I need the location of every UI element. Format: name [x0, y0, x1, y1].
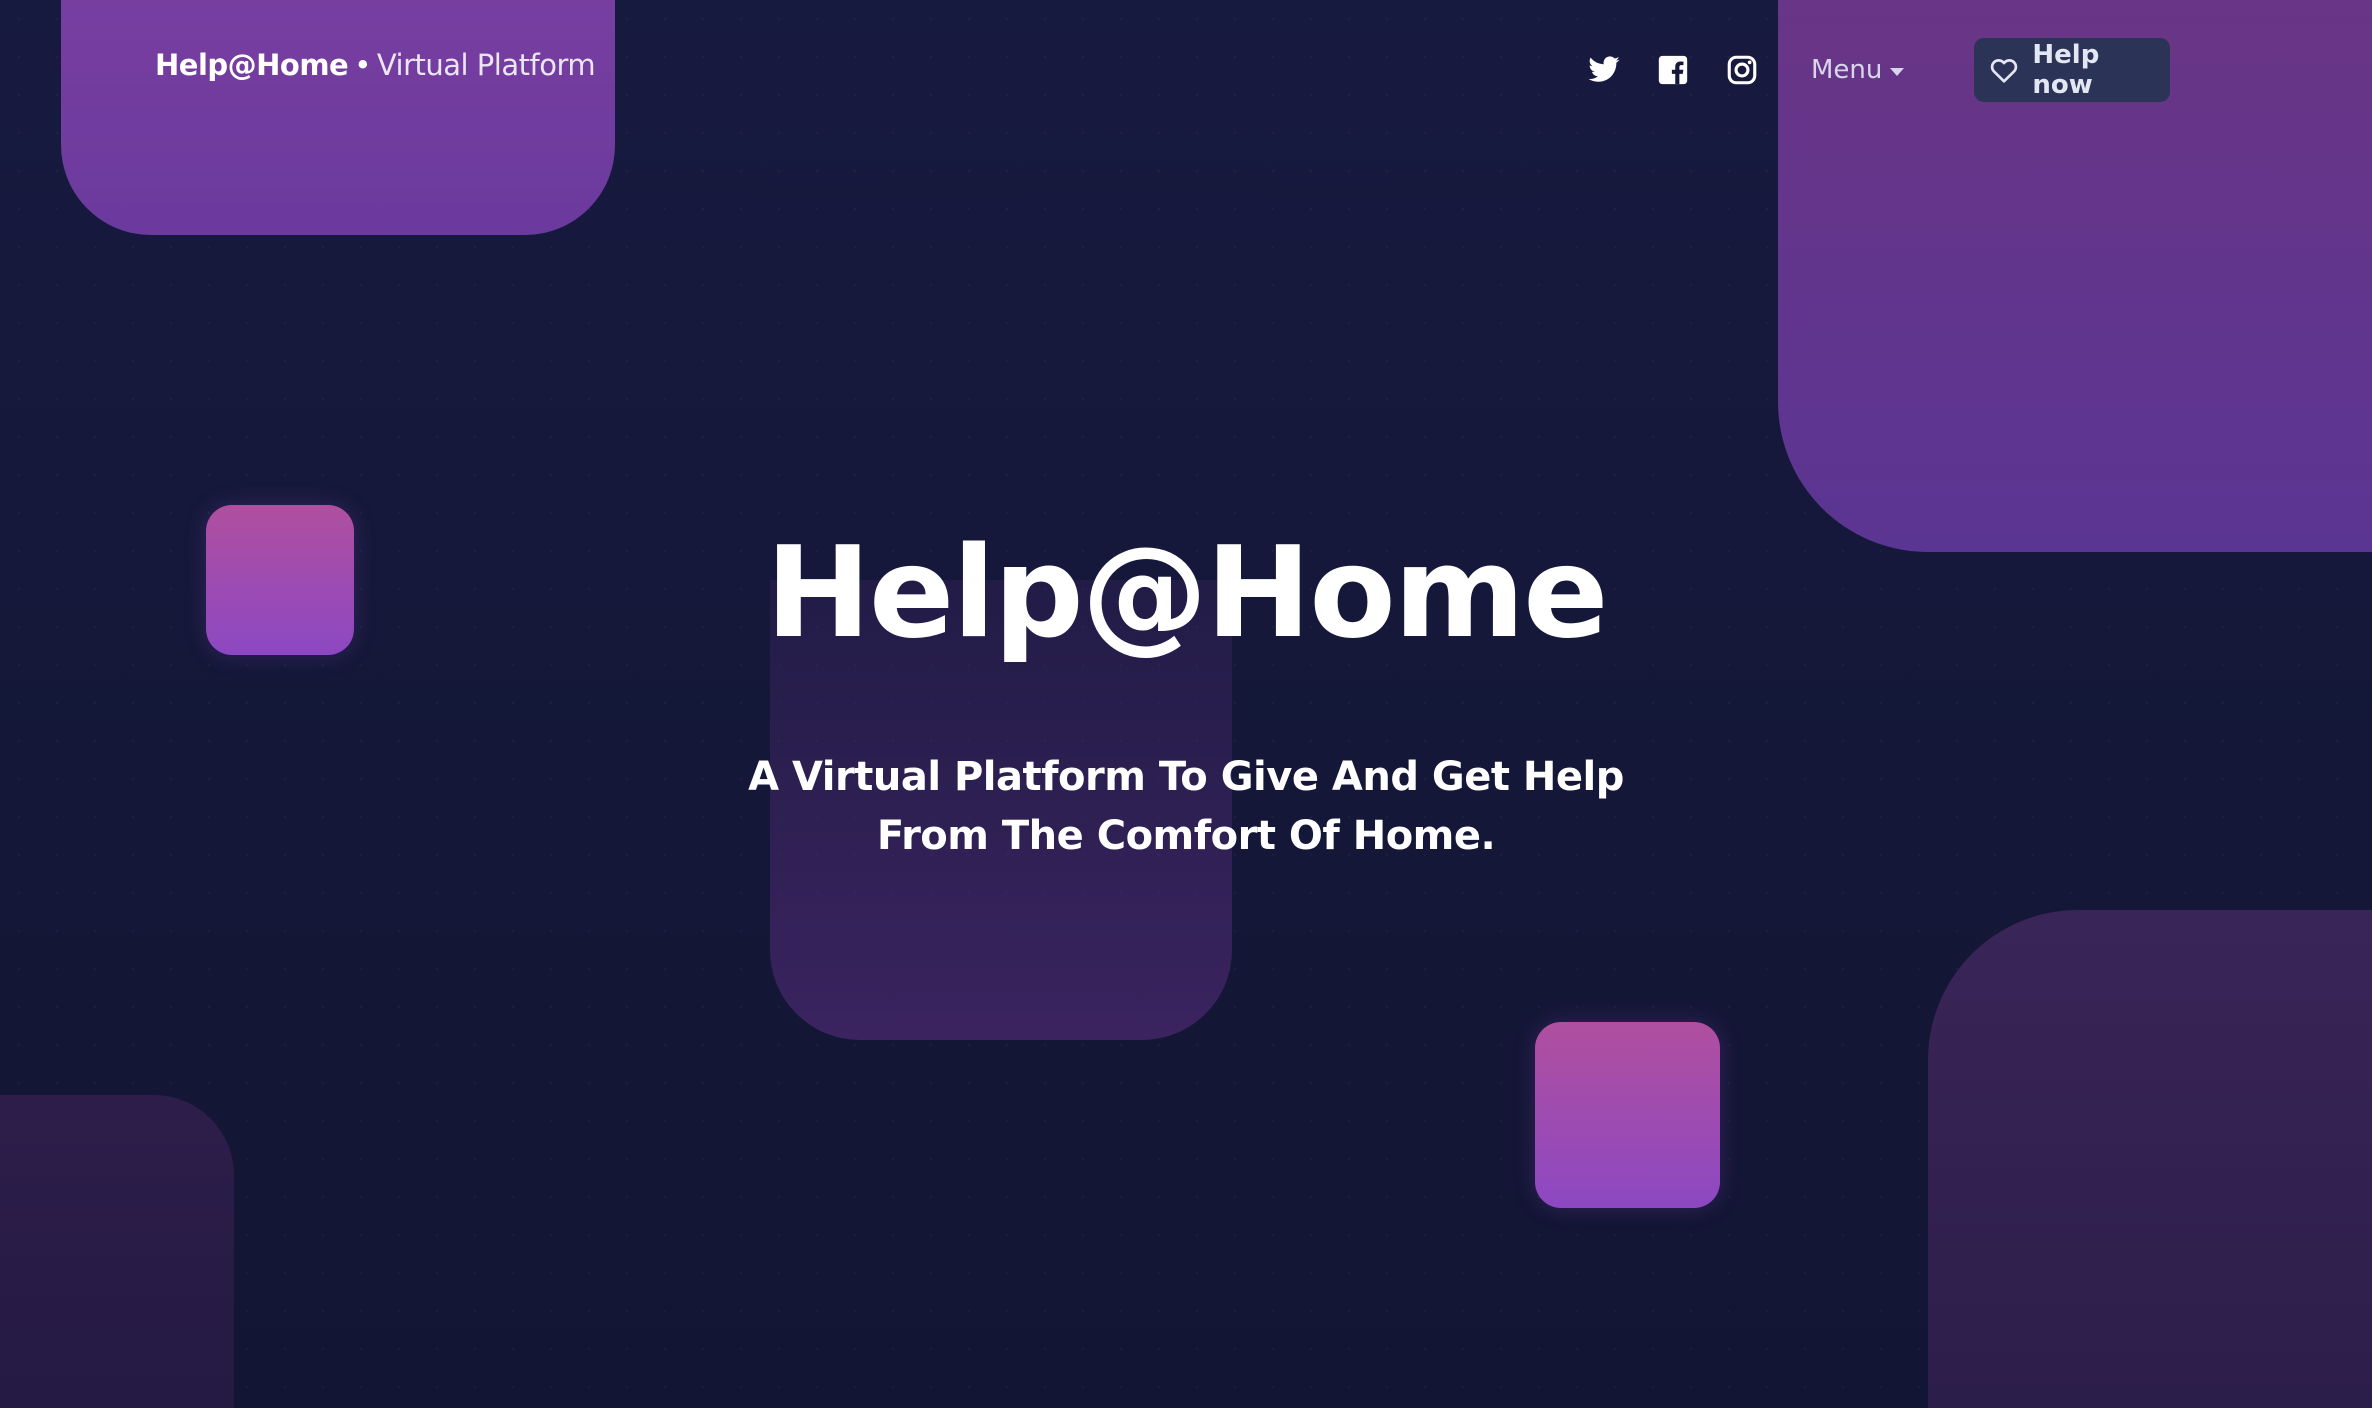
decor-tile-right	[1535, 1022, 1720, 1208]
hero-subtitle-line1: A Virtual Platform To Give And Get Help	[748, 754, 1624, 800]
brand-link[interactable]: Help@Home • Virtual Platform	[155, 48, 596, 82]
decor-shape-top-left	[61, 0, 615, 235]
landing-page: Help@Home • Virtual Platform Menu Help now…	[0, 0, 2372, 1408]
menu-dropdown[interactable]: Menu	[1811, 55, 1905, 85]
heart-icon	[1988, 54, 2020, 86]
menu-label: Menu	[1811, 55, 1883, 85]
decor-shape-bottom-left	[0, 1095, 234, 1408]
hero-title: Help@Home	[765, 519, 1608, 666]
brand-name: Help@Home	[155, 48, 349, 82]
hero-subtitle-line2: From The Comfort Of Home.	[876, 813, 1496, 859]
instagram-icon[interactable]	[1724, 52, 1760, 88]
brand-subtitle: Virtual Platform	[376, 48, 596, 82]
help-now-button[interactable]: Help now	[1974, 38, 2171, 102]
facebook-icon[interactable]	[1655, 52, 1691, 88]
hero-subtitle: A Virtual Platform To Give And Get Help …	[0, 748, 2372, 866]
twitter-icon[interactable]	[1586, 52, 1622, 88]
decor-shape-bottom-right	[1928, 910, 2372, 1408]
chevron-down-icon	[1890, 67, 1905, 76]
help-now-label: Help now	[2032, 40, 2100, 100]
brand-separator: •	[354, 48, 371, 82]
top-nav: Menu Help now	[1586, 36, 2171, 104]
